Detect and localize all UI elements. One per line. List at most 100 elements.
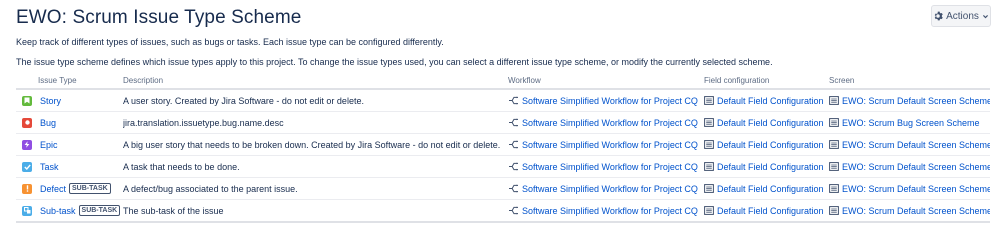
story-icon	[22, 95, 32, 106]
field-configuration-link[interactable]: Default Field Configuration	[717, 118, 824, 128]
table-row: Task A task that needs to be done. Softw…	[16, 155, 990, 178]
workflow-cell: Software Simplified Workflow for Project…	[508, 199, 704, 223]
screen-scheme-link[interactable]: EWO: Scrum Default Screen Scheme	[842, 184, 990, 194]
intro-text-1: Keep track of different types of issues,…	[16, 37, 444, 47]
col-screen: Screen	[829, 72, 990, 90]
screen-cell: EWO: Scrum Default Screen Scheme	[829, 177, 990, 200]
screen-cell: EWO: Scrum Default Screen Scheme	[829, 89, 990, 112]
bug-icon	[22, 117, 32, 128]
subtask-badge: SUB-TASK	[69, 183, 111, 194]
field-configuration-icon	[704, 162, 714, 171]
issue-description: A big user story that needs to be broken…	[123, 139, 501, 150]
workflow-icon	[508, 96, 519, 105]
actions-label: Actions	[946, 10, 979, 22]
workflow-cell: Software Simplified Workflow for Project…	[508, 133, 704, 156]
field-configuration-icon	[704, 140, 714, 149]
screen-scheme-link[interactable]: EWO: Scrum Default Screen Scheme	[842, 206, 990, 216]
field-configuration-icon	[704, 118, 714, 127]
intro-text-2: The issue type scheme defines which issu…	[16, 57, 773, 67]
issue-type-cell: Task	[16, 155, 123, 178]
field-config-cell: Default Field Configuration	[704, 133, 829, 156]
issue-type-cell: Sub-task SUB-TASK	[16, 199, 123, 223]
field-config-cell: Default Field Configuration	[704, 199, 829, 223]
gear-icon	[933, 11, 943, 21]
workflow-link[interactable]: Software Simplified Workflow for Project…	[522, 184, 698, 194]
screen-scheme-link[interactable]: EWO: Scrum Default Screen Scheme	[842, 140, 990, 150]
description-cell: A task that needs to be done.	[123, 155, 508, 178]
screen-cell: EWO: Scrum Default Screen Scheme	[829, 133, 990, 156]
col-workflow: Workflow	[508, 72, 704, 90]
issue-type-link[interactable]: Defect	[40, 184, 66, 194]
issue-type-table: Issue Type Description Workflow Field co…	[16, 72, 990, 223]
screen-scheme-icon	[829, 184, 839, 193]
table-row: Epic A big user story that needs to be b…	[16, 133, 990, 156]
screen-scheme-icon	[829, 206, 839, 215]
issue-description: A defect/bug associated to the parent is…	[123, 183, 298, 194]
workflow-cell: Software Simplified Workflow for Project…	[508, 111, 704, 134]
workflow-link[interactable]: Software Simplified Workflow for Project…	[522, 118, 698, 128]
screen-scheme-icon	[829, 96, 839, 105]
defect-icon	[22, 183, 32, 194]
workflow-icon	[508, 206, 519, 215]
screen-scheme-link[interactable]: EWO: Scrum Default Screen Scheme	[842, 162, 990, 172]
screen-cell: EWO: Scrum Default Screen Scheme	[829, 155, 990, 178]
issue-type-cell: Story	[16, 89, 123, 112]
subtask-badge: SUB-TASK	[78, 205, 121, 216]
description-cell: A big user story that needs to be broken…	[123, 133, 508, 156]
screen-scheme-link[interactable]: EWO: Scrum Default Screen Scheme	[842, 96, 990, 106]
field-configuration-link[interactable]: Default Field Configuration	[717, 140, 824, 150]
subtask-icon	[22, 205, 32, 216]
col-issue-type: Issue Type	[16, 72, 123, 90]
field-config-cell: Default Field Configuration	[704, 111, 829, 134]
workflow-link[interactable]: Software Simplified Workflow for Project…	[522, 96, 698, 106]
field-config-cell: Default Field Configuration	[704, 155, 829, 178]
chevron-down-icon	[982, 13, 989, 20]
workflow-link[interactable]: Software Simplified Workflow for Project…	[522, 162, 698, 172]
screen-cell: EWO: Scrum Bug Screen Scheme	[829, 111, 990, 134]
field-configuration-link[interactable]: Default Field Configuration	[717, 96, 824, 106]
issue-type-cell: Defect SUB-TASK	[16, 177, 123, 200]
table-row: Story A user story. Created by Jira Soft…	[16, 89, 990, 112]
workflow-link[interactable]: Software Simplified Workflow for Project…	[522, 140, 698, 150]
workflow-link[interactable]: Software Simplified Workflow for Project…	[522, 206, 698, 216]
col-field-configuration: Field configuration	[704, 72, 829, 90]
issue-description: jira.translation.issuetype.bug.name.desc	[123, 117, 284, 128]
actions-button[interactable]: Actions	[931, 5, 991, 27]
field-configuration-link[interactable]: Default Field Configuration	[717, 162, 824, 172]
table-row: Sub-task SUB-TASK The sub-task of the iss…	[16, 199, 990, 223]
field-configuration-icon	[704, 184, 714, 193]
issue-description: A task that needs to be done.	[123, 161, 240, 172]
workflow-cell: Software Simplified Workflow for Project…	[508, 89, 704, 112]
issue-description: The sub-task of the issue	[123, 205, 224, 216]
description-cell: The sub-task of the issue	[123, 199, 508, 223]
description-cell: A defect/bug associated to the parent is…	[123, 177, 508, 200]
table-header-row: Issue Type Description Workflow Field co…	[16, 72, 990, 90]
issue-description: A user story. Created by Jira Software -…	[123, 95, 364, 106]
issue-type-link[interactable]: Bug	[40, 118, 56, 128]
workflow-icon	[508, 162, 519, 171]
description-cell: A user story. Created by Jira Software -…	[123, 89, 508, 112]
table-row: Bug jira.translation.issuetype.bug.name.…	[16, 111, 990, 134]
col-description: Description	[123, 72, 508, 90]
workflow-cell: Software Simplified Workflow for Project…	[508, 177, 704, 200]
workflow-icon	[508, 140, 519, 149]
screen-scheme-icon	[829, 140, 839, 149]
field-configuration-icon	[704, 206, 714, 215]
workflow-icon	[508, 184, 519, 193]
field-configuration-link[interactable]: Default Field Configuration	[717, 206, 824, 216]
field-configuration-link[interactable]: Default Field Configuration	[717, 184, 824, 194]
field-configuration-icon	[704, 96, 714, 105]
workflow-cell: Software Simplified Workflow for Project…	[508, 155, 704, 178]
task-icon	[22, 161, 32, 172]
issue-type-link[interactable]: Epic	[40, 140, 58, 150]
table-row: Defect SUB-TASK A defect/bug associated t…	[16, 177, 990, 200]
field-config-cell: Default Field Configuration	[704, 89, 829, 112]
description-cell: jira.translation.issuetype.bug.name.desc	[123, 111, 508, 134]
issue-type-link[interactable]: Sub-task	[40, 206, 76, 216]
screen-scheme-link[interactable]: EWO: Scrum Bug Screen Scheme	[842, 118, 980, 128]
issue-type-cell: Epic	[16, 133, 123, 156]
issue-type-link[interactable]: Story	[40, 96, 61, 106]
issue-type-link[interactable]: Task	[40, 162, 59, 172]
screen-cell: EWO: Scrum Default Screen Scheme	[829, 199, 990, 223]
field-config-cell: Default Field Configuration	[704, 177, 829, 200]
